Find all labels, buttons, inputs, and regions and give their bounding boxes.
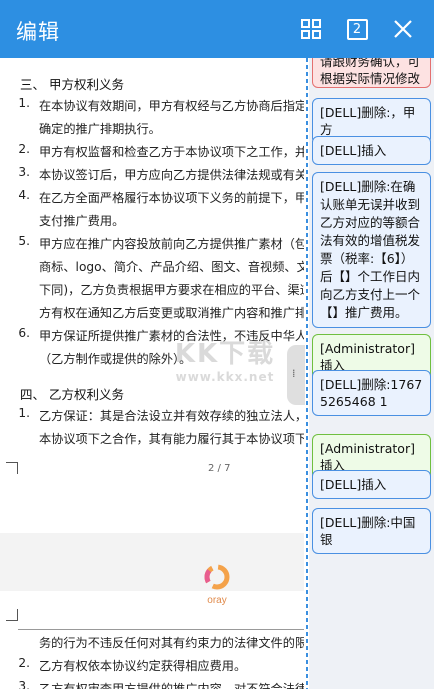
list-text: 本协议项下之合作，其有能力履行其于本协议项下之 [39, 432, 304, 446]
list-text: 务的行为不违反任何对其有约束力的法律文件的限制 [39, 636, 304, 650]
list-number: 5. [18, 234, 30, 248]
list-text: 本协议签订后，甲方应向乙方提供法律法规或有关部 [39, 168, 304, 182]
logo-text: oray [207, 595, 227, 606]
revision-text: [DELL]插入 [320, 143, 387, 158]
revision-card[interactable]: [DELL]插入 [312, 470, 431, 499]
grid-view-button[interactable] [295, 13, 327, 45]
tabs-button[interactable]: 2 [341, 13, 373, 45]
watermark-main: KK下载 [174, 339, 276, 369]
section-heading-4: 四、 乙方权利义务 [20, 387, 124, 402]
drag-grip-icon: ⁞ [292, 367, 296, 380]
list-number: 4. [18, 188, 30, 202]
revision-card[interactable]: [DELL]插入 [312, 136, 431, 165]
revision-card[interactable]: [DELL]删除:17675265468 1 [312, 370, 431, 416]
list-text: 在本协议有效期间，甲方有权经与乙方协商后指定推 [39, 99, 304, 113]
comment-card[interactable]: 请跟财务确认，可根据实际情况修改 [312, 58, 431, 88]
top-bar: 编辑 2 [0, 0, 434, 58]
revision-panel[interactable]: 请跟财务确认，可根据实际情况修改 [DELL]删除:，甲方 [DELL]插入 [… [309, 58, 434, 689]
revision-text: [DELL]插入 [320, 477, 387, 492]
revision-text: [DELL]删除:，甲方 [320, 105, 416, 137]
revision-text: [Administrator]插入 [320, 341, 415, 373]
document-view[interactable]: 三、 甲方权利义务 1. 在本协议有效期间，甲方有权经与乙方协商后指定推 确定的… [0, 58, 304, 689]
revision-card[interactable]: [DELL]删除:在确认账单无误并收到乙方对应的等额合法有效的增值税发票（税率:… [312, 172, 431, 328]
list-number: 3. [18, 679, 30, 689]
list-text: 在乙方全面严格履行本协议项下义务的前提下，甲方 [39, 191, 304, 205]
page-title: 编辑 [16, 20, 60, 44]
watermark-sub: www.kkx.net [175, 370, 275, 384]
list-text: 乙方保证：其是合法设立并有效存续的独立法人，有 [39, 409, 304, 423]
list-number: 6. [18, 326, 30, 340]
list-text: 方有权在通知乙方后变更或取消推广内容和推广排期 [39, 306, 304, 320]
list-number: 2. [18, 142, 30, 156]
document-page-2: 三、 甲方权利义务 1. 在本协议有效期间，甲方有权经与乙方协商后指定推 确定的… [0, 58, 304, 533]
list-text: 确定的推广排期执行。 [39, 122, 161, 136]
header-rule [18, 629, 304, 630]
tabs-count-icon: 2 [346, 18, 368, 40]
watermark: KK下载 www.kkx.net [150, 333, 300, 384]
oray-ring-icon [204, 564, 230, 590]
revision-card[interactable]: [DELL]删除:中国银 [312, 508, 431, 554]
revision-text: [DELL]删除:中国银 [320, 515, 416, 547]
page-corner-mark [6, 462, 18, 474]
page-number: 2 / 7 [208, 463, 231, 474]
list-text: 商标、logo、简介、产品介绍、图文、音视频、文稿等，具体 [39, 260, 304, 274]
tab-count: 2 [352, 21, 362, 37]
close-button[interactable] [387, 13, 419, 45]
document-page-3: 务的行为不违反任何对其有约束力的法律文件的限制 2. 乙方有权依本协议约定获得相… [0, 591, 304, 689]
page-corner-mark [6, 609, 18, 621]
oray-logo: oray [200, 563, 234, 606]
list-text: 甲方应在推广内容投放前向乙方提供推广素材（包括 [39, 237, 304, 251]
page-separator [0, 533, 304, 591]
list-number: 2. [18, 656, 30, 670]
revision-text: 请跟财务确认，可根据实际情况修改 [320, 58, 421, 86]
list-number: 1. [18, 406, 30, 420]
list-number: 3. [18, 165, 30, 179]
list-text: 甲方有权监督和检查乙方于本协议项下之工作，并提 [39, 145, 304, 159]
panel-resize-handle[interactable]: ⁞ [287, 345, 305, 405]
grid-icon [301, 19, 321, 39]
list-text: 乙方有权依本协议约定获得相应费用。 [39, 659, 247, 673]
revision-text: [Administrator]插入 [320, 441, 415, 473]
list-text: 下同)，乙方负责根据甲方要求在相应的平台、渠道、 [39, 283, 304, 297]
revision-text: [DELL]删除:17675265468 1 [320, 377, 423, 409]
section-heading-3: 三、 甲方权利义务 [20, 77, 124, 92]
close-icon [394, 20, 412, 38]
list-text: 支付推广费用。 [39, 214, 125, 228]
list-text: 乙方有权审查甲方提供的推广内容，对不符合法律、 [39, 682, 304, 689]
revision-text: [DELL]删除:在确认账单无误并收到乙方对应的等额合法有效的增值税发票（税率:… [320, 179, 421, 320]
list-number: 1. [18, 96, 30, 110]
